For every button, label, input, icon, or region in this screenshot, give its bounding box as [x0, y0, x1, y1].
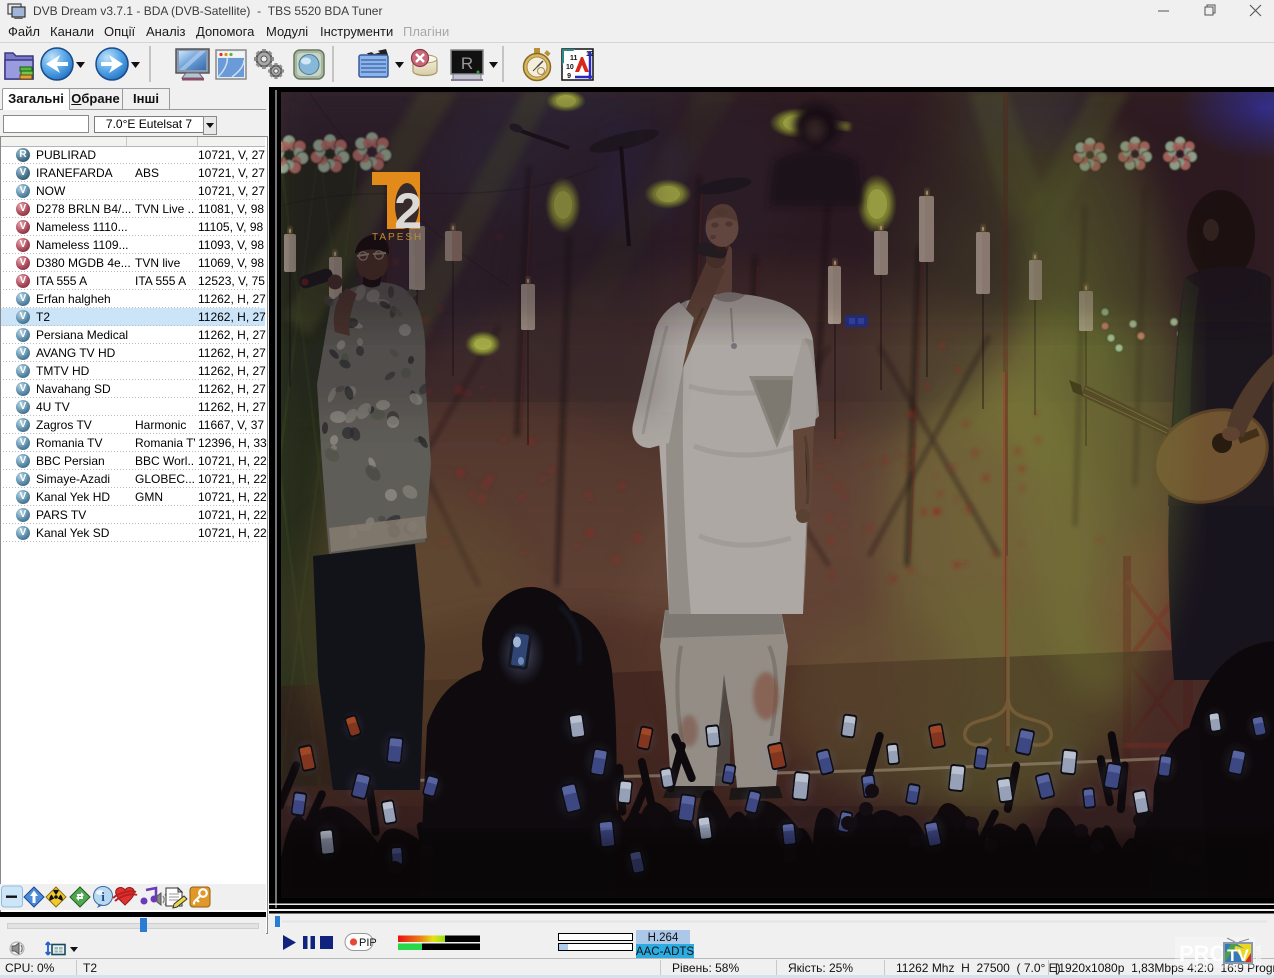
svg-text:H.264: H.264	[648, 932, 679, 944]
svg-text:PRO: PRO	[1179, 941, 1227, 966]
svg-text:AAC-ADTS: AAC-ADTS	[636, 946, 694, 958]
svg-text:2: 2	[394, 183, 422, 239]
svg-text:TV: TV	[1227, 946, 1249, 965]
svg-text:11: 11	[570, 55, 578, 62]
svg-text:PIP: PIP	[359, 937, 377, 949]
svg-text:ET.UA: ET.UA	[1256, 945, 1263, 965]
svg-text:10: 10	[566, 64, 574, 71]
svg-text:i: i	[101, 889, 105, 904]
svg-text:R: R	[461, 54, 473, 73]
svg-text:9: 9	[567, 73, 571, 81]
svg-text:TAPESH: TAPESH	[372, 232, 423, 243]
